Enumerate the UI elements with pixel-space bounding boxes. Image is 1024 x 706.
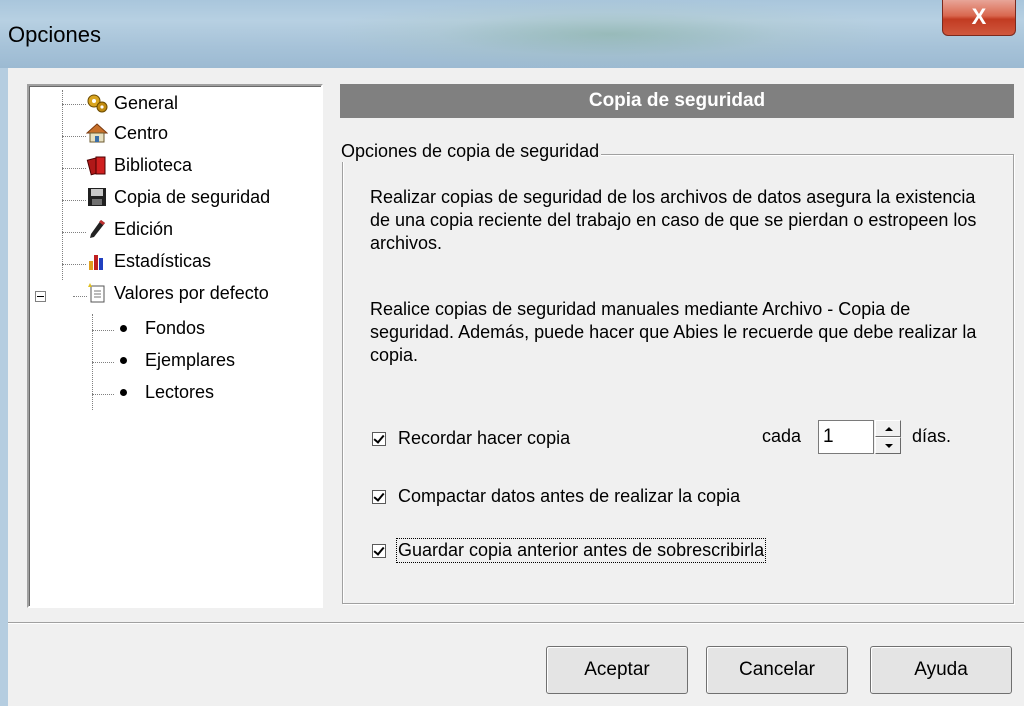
tree-item-label: Biblioteca xyxy=(114,154,193,175)
compact-data-label: Compactar datos antes de realizar la cop… xyxy=(398,486,741,506)
tree-item-label: Valores por defecto xyxy=(114,282,269,303)
spin-up-icon[interactable] xyxy=(875,420,901,437)
tree-item-label: Edición xyxy=(114,218,174,239)
tree-item-label: Centro xyxy=(114,122,169,143)
window-title: Opciones xyxy=(8,22,101,47)
description-paragraph: Realizar copias de seguridad de los arch… xyxy=(370,187,977,253)
tree-item-valores-por-defecto[interactable]: Valores por defecto xyxy=(86,282,269,304)
tree-item-biblioteca[interactable]: Biblioteca xyxy=(86,154,192,176)
separator xyxy=(8,622,1024,624)
bar-chart-icon xyxy=(86,250,108,272)
keep-previous-label: Guardar copia anterior antes de sobrescr… xyxy=(395,538,767,563)
tree-item-label: Copia de seguridad xyxy=(114,186,271,207)
accept-button[interactable]: Aceptar xyxy=(546,646,688,694)
tree-item-centro[interactable]: Centro xyxy=(85,122,169,144)
gears-icon xyxy=(86,92,108,114)
document-icon xyxy=(86,282,108,304)
every-label: cada xyxy=(762,426,802,446)
tree-item-label: Estadísticas xyxy=(114,250,212,271)
group-title: Opciones de copia de seguridad xyxy=(341,141,602,162)
tree-item-ejemplares[interactable]: Ejemplares xyxy=(114,350,235,371)
title-bar[interactable]: Opciones X xyxy=(0,0,1024,68)
tree-item-estadisticas[interactable]: Estadísticas xyxy=(86,250,211,272)
tree-item-general[interactable]: General xyxy=(86,92,178,114)
tree-item-edicion[interactable]: Edición xyxy=(86,218,173,240)
days-interval-input[interactable]: 1 xyxy=(818,420,874,454)
help-button[interactable]: Ayuda xyxy=(870,646,1012,694)
tree-item-label: Lectores xyxy=(145,382,215,402)
house-icon xyxy=(85,122,109,144)
bullet-icon xyxy=(120,357,127,364)
compact-data-checkbox-row[interactable]: Compactar datos antes de realizar la cop… xyxy=(372,486,740,507)
keep-previous-checkbox[interactable] xyxy=(372,543,386,558)
books-icon xyxy=(86,154,108,176)
tree-item-label: General xyxy=(114,92,179,113)
bullet-icon xyxy=(120,389,127,396)
section-header: Copia de seguridad xyxy=(340,84,1014,118)
tree-item-lectores[interactable]: Lectores xyxy=(114,382,214,403)
tree-item-label: Ejemplares xyxy=(145,350,236,370)
instructions-paragraph: Realice copias de seguridad manuales med… xyxy=(370,299,977,365)
remind-backup-label: Recordar hacer copia xyxy=(398,428,571,448)
remind-backup-checkbox-row[interactable]: Recordar hacer copia xyxy=(372,428,570,449)
spin-down-icon[interactable] xyxy=(875,437,901,454)
bullet-icon xyxy=(120,325,127,332)
tree-item-copia-de-seguridad[interactable]: Copia de seguridad xyxy=(86,186,270,208)
options-tree[interactable]: General Centro Biblioteca Copia de segur… xyxy=(27,84,323,608)
collapse-toggle[interactable] xyxy=(35,291,46,302)
tree-item-fondos[interactable]: Fondos xyxy=(114,318,205,339)
days-spinner[interactable] xyxy=(875,420,901,454)
days-label: días. xyxy=(912,426,952,446)
remind-backup-checkbox[interactable] xyxy=(372,431,386,446)
compact-data-checkbox[interactable] xyxy=(372,489,386,504)
window-frame xyxy=(0,68,8,706)
close-button[interactable]: X xyxy=(942,0,1016,36)
tree-item-label: Fondos xyxy=(145,318,206,338)
keep-previous-checkbox-row[interactable]: Guardar copia anterior antes de sobrescr… xyxy=(372,538,767,563)
floppy-disk-icon xyxy=(86,186,108,208)
pencil-icon xyxy=(86,218,108,240)
cancel-button[interactable]: Cancelar xyxy=(706,646,848,694)
